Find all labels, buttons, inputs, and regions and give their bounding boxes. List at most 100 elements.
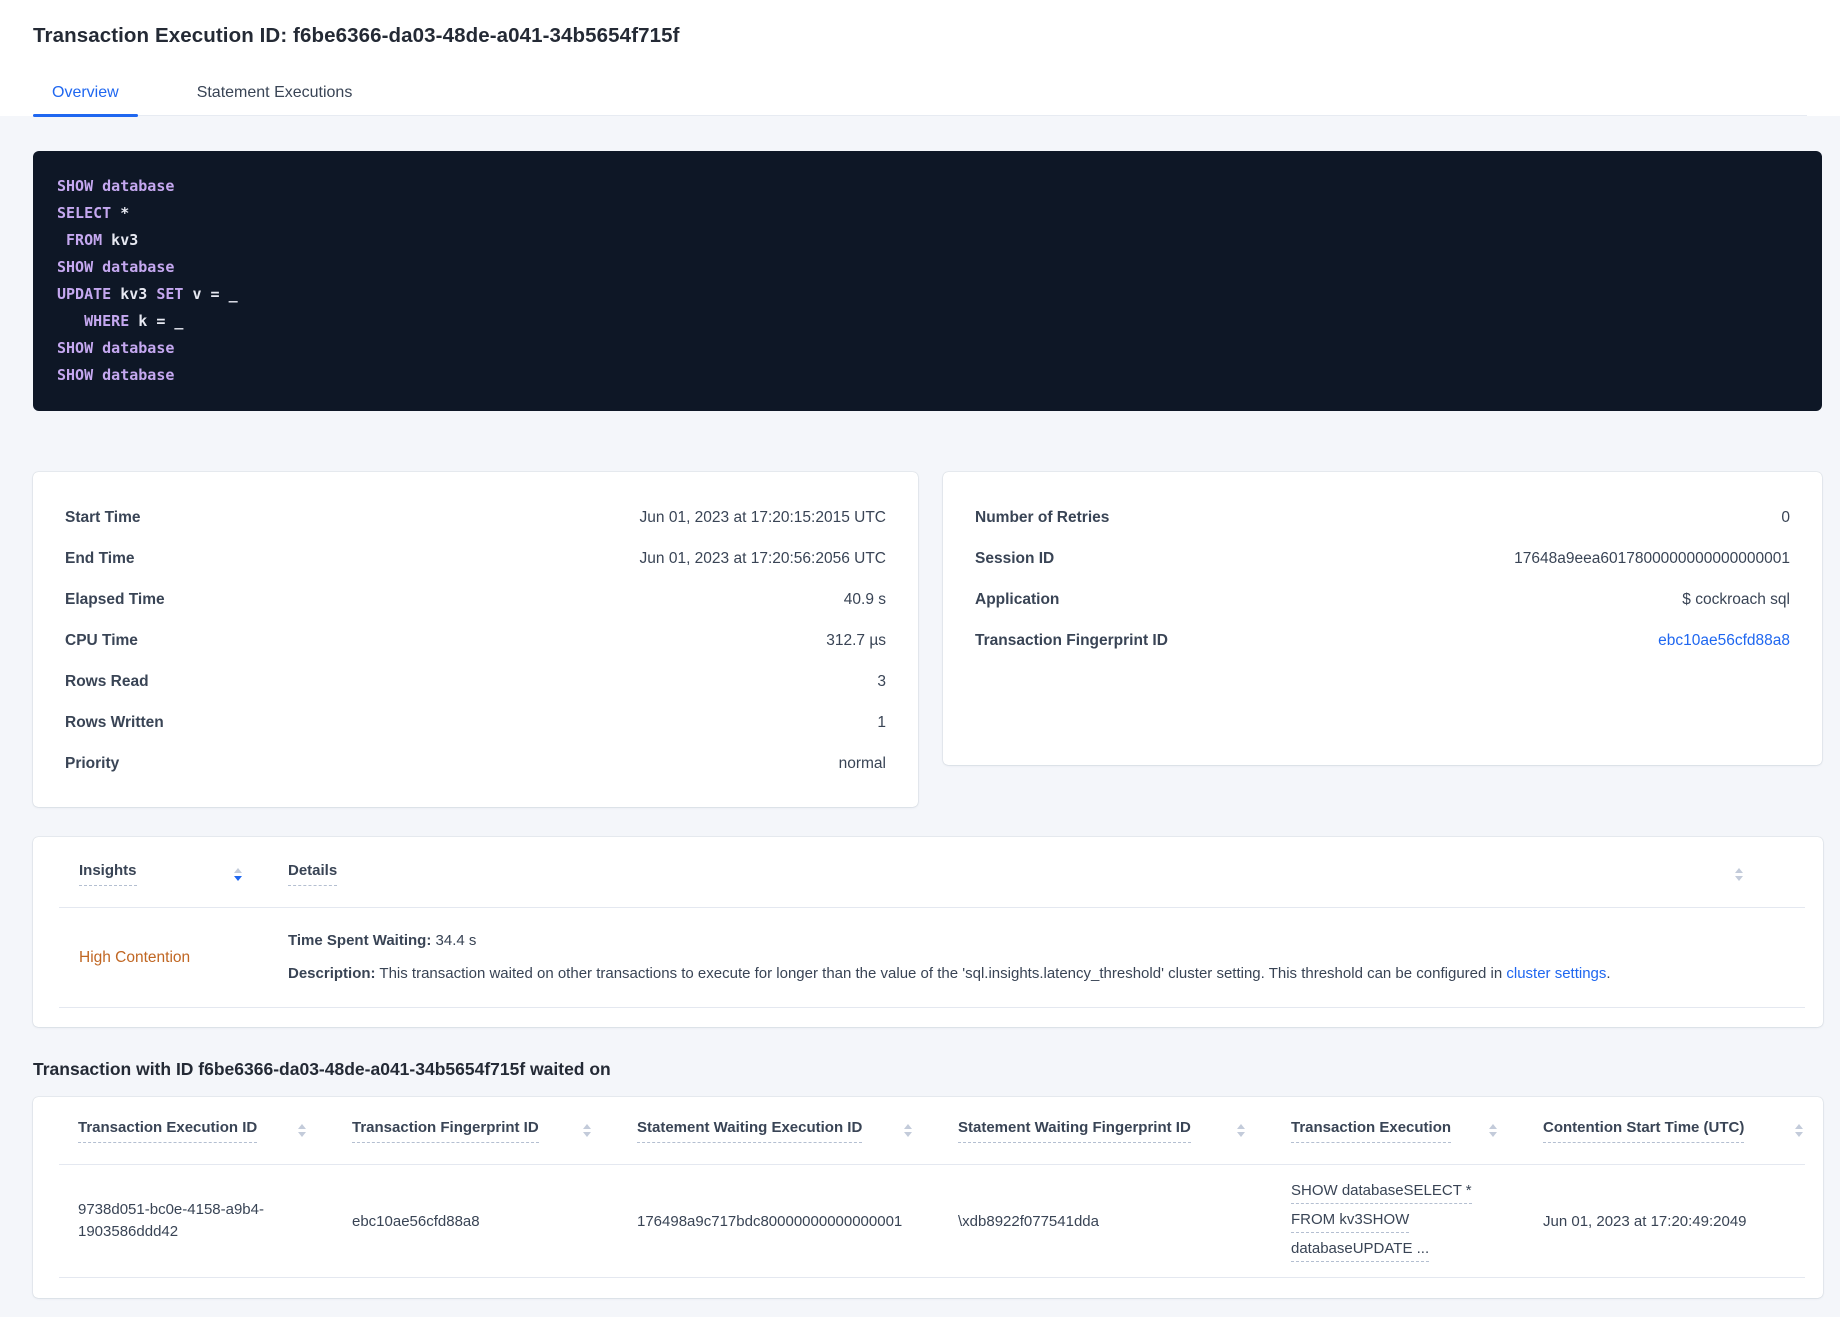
tab-statement-executions-label: Statement Executions <box>196 84 353 101</box>
page-title: Transaction Execution ID: f6be6366-da03-… <box>33 24 680 47</box>
cpu-time-label: CPU Time <box>65 631 138 649</box>
statement-waiting-execution-id-value: 176498a9c717bdc80000000000000001 <box>637 1212 903 1230</box>
sort-up-icon <box>583 1124 591 1129</box>
row-cpu-time: CPU Time 312.7 µs <box>65 620 886 661</box>
sort-up-icon <box>1489 1124 1497 1129</box>
contention-start-time-cell: Jun 01, 2023 at 17:20:49:2049 <box>1543 1211 1803 1232</box>
row-start-time: Start Time Jun 01, 2023 at 17:20:15:2015… <box>65 497 886 538</box>
sort-icon[interactable] <box>1795 1124 1803 1137</box>
end-time-label: End Time <box>65 549 135 567</box>
session-summary-card: Number of Retries 0 Session ID 17648a9ee… <box>943 472 1822 765</box>
sort-up-icon <box>904 1124 912 1129</box>
row-priority: Priority normal <box>65 743 886 784</box>
rows-written-value: 1 <box>877 713 886 731</box>
sort-icon[interactable] <box>583 1124 591 1137</box>
transaction-execution-link[interactable]: FROM kv3SHOW <box>1291 1209 1410 1233</box>
elapsed-time-value: 40.9 s <box>843 590 886 608</box>
sort-down-icon <box>298 1132 306 1137</box>
rows-written-label: Rows Written <box>65 713 164 731</box>
insight-row: High Contention Time Spent Waiting: 34.4… <box>33 908 1823 1007</box>
col-transaction-execution-id: Transaction Execution ID <box>78 1119 352 1143</box>
contention-start-time-header[interactable]: Contention Start Time (UTC) <box>1543 1119 1745 1143</box>
statement-waiting-fingerprint-id-value: \xdb8922f077541dda <box>958 1212 1099 1230</box>
row-number-of-retries: Number of Retries 0 <box>975 497 1790 538</box>
waited-on-heading: Transaction with ID f6be6366-da03-48de-a… <box>33 1059 611 1079</box>
insight-details-cell: Time Spent Waiting: 34.4 s Description: … <box>288 930 1823 985</box>
high-contention-label: High Contention <box>79 948 191 966</box>
sort-icon[interactable] <box>1237 1124 1245 1137</box>
row-session-id: Session ID 17648a9eea6017800000000000000… <box>975 538 1790 579</box>
elapsed-time-label: Elapsed Time <box>65 590 165 608</box>
summary-cards-row: Start Time Jun 01, 2023 at 17:20:15:2015… <box>33 472 1823 807</box>
transaction-execution-link[interactable]: SHOW databaseSELECT * <box>1291 1180 1472 1204</box>
row-end-time: End Time Jun 01, 2023 at 17:20:56:2056 U… <box>65 538 886 579</box>
priority-label: Priority <box>65 754 120 772</box>
row-divider <box>59 1277 1805 1278</box>
tab-overview-label: Overview <box>52 84 119 101</box>
start-time-value: Jun 01, 2023 at 17:20:15:2015 UTC <box>639 508 886 526</box>
sort-down-icon <box>1735 875 1743 881</box>
statement-waiting-fingerprint-id-header[interactable]: Statement Waiting Fingerprint ID <box>958 1119 1191 1143</box>
waited-table-row: 9738d051-bc0e-4158-a9b4-1903586ddd42 ebc… <box>33 1165 1823 1277</box>
transaction-execution-id-header[interactable]: Transaction Execution ID <box>78 1119 258 1143</box>
row-rows-read: Rows Read 3 <box>65 661 886 702</box>
priority-value: normal <box>838 754 886 772</box>
retries-value: 0 <box>1781 508 1790 526</box>
sort-icon[interactable] <box>1489 1124 1497 1137</box>
sort-down-icon <box>1237 1132 1245 1137</box>
tab-overview[interactable]: Overview <box>33 75 138 117</box>
row-divider <box>59 1007 1805 1008</box>
session-id-label: Session ID <box>975 549 1055 567</box>
description-period: . <box>1606 965 1611 982</box>
col-transaction-fingerprint-id: Transaction Fingerprint ID <box>352 1119 637 1143</box>
insights-column-header[interactable]: Insights <box>79 862 137 886</box>
time-spent-waiting: Time Spent Waiting: 34.4 s <box>288 930 1823 952</box>
statement-waiting-execution-id-cell: 176498a9c717bdc80000000000000001 <box>637 1211 958 1232</box>
transaction-fingerprint-id-header[interactable]: Transaction Fingerprint ID <box>352 1119 539 1143</box>
time-spent-waiting-value: 34.4 s <box>431 932 477 949</box>
insights-table-header: Insights Details <box>33 837 1823 907</box>
sort-down-icon <box>234 875 242 881</box>
end-time-value: Jun 01, 2023 at 17:20:56:2056 UTC <box>639 549 886 567</box>
cluster-settings-link[interactable]: cluster settings <box>1506 965 1606 982</box>
details-column-header[interactable]: Details <box>288 862 338 886</box>
transaction-execution-link[interactable]: databaseUPDATE ... <box>1291 1238 1430 1262</box>
row-rows-written: Rows Written 1 <box>65 702 886 743</box>
row-application: Application $ cockroach sql <box>975 579 1790 620</box>
application-label: Application <box>975 590 1060 608</box>
description-label: Description: <box>288 965 376 982</box>
contention-start-time-value: Jun 01, 2023 at 17:20:49:2049 <box>1543 1212 1747 1230</box>
sort-up-icon <box>298 1124 306 1129</box>
sort-icon[interactable] <box>234 867 242 881</box>
session-id-value: 17648a9eea6017800000000000000001 <box>1514 549 1790 567</box>
statement-waiting-execution-id-header[interactable]: Statement Waiting Execution ID <box>637 1119 863 1143</box>
transaction-fingerprint-id-value: ebc10ae56cfd88a8 <box>352 1212 480 1230</box>
sort-up-icon <box>1237 1124 1245 1129</box>
row-elapsed-time: Elapsed Time 40.9 s <box>65 579 886 620</box>
tab-statement-executions[interactable]: Statement Executions <box>178 75 372 115</box>
waited-table-header: Transaction Execution ID Transaction Fin… <box>33 1097 1823 1164</box>
row-transaction-fingerprint-id: Transaction Fingerprint ID ebc10ae56cfd8… <box>975 620 1790 661</box>
transaction-details-page: Transaction Execution ID: f6be6366-da03-… <box>0 0 1840 1317</box>
rows-read-label: Rows Read <box>65 672 149 690</box>
transaction-fingerprint-link[interactable]: ebc10ae56cfd88a8 <box>1658 632 1790 650</box>
overview-tab-content: SHOW database SELECT * FROM kv3 SHOW datab… <box>0 116 1840 1317</box>
sort-icon[interactable] <box>904 1124 912 1137</box>
transaction-execution-cell: SHOW databaseSELECT * FROM kv3SHOW datab… <box>1291 1180 1543 1262</box>
time-spent-waiting-label: Time Spent Waiting: <box>288 932 432 949</box>
col-statement-waiting-fingerprint-id: Statement Waiting Fingerprint ID <box>958 1119 1291 1143</box>
timing-summary-card: Start Time Jun 01, 2023 at 17:20:15:2015… <box>33 472 918 807</box>
sql-code: SHOW database SELECT * FROM kv3 SHOW datab… <box>57 177 238 384</box>
description-text: This transaction waited on other transac… <box>375 965 1507 982</box>
transaction-fingerprint-label: Transaction Fingerprint ID <box>975 631 1168 649</box>
sort-icon[interactable] <box>1735 867 1743 881</box>
retries-label: Number of Retries <box>975 508 1110 526</box>
sort-down-icon <box>583 1132 591 1137</box>
sort-icon[interactable] <box>298 1124 306 1137</box>
sql-statements-box: SHOW database SELECT * FROM kv3 SHOW datab… <box>33 151 1822 411</box>
transaction-execution-header[interactable]: Transaction Execution <box>1291 1119 1452 1143</box>
col-contention-start-time: Contention Start Time (UTC) <box>1543 1119 1803 1143</box>
insights-column: Insights <box>79 862 242 886</box>
page-header: Transaction Execution ID: f6be6366-da03-… <box>0 0 1840 117</box>
statement-waiting-fingerprint-id-cell: \xdb8922f077541dda <box>958 1211 1291 1232</box>
